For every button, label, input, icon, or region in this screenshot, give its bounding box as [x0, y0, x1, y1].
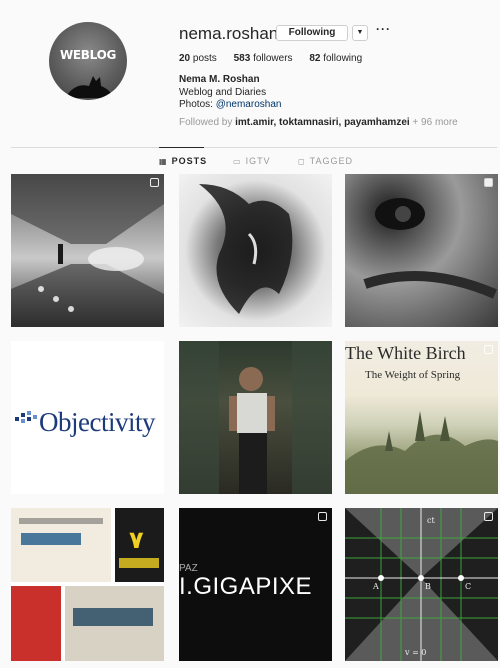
- point-label: A: [373, 582, 379, 591]
- following-stat[interactable]: 82 following: [309, 53, 362, 64]
- carousel-icon: [484, 178, 493, 187]
- following-count: 82: [309, 53, 321, 64]
- multiple-posts-icon: [318, 512, 327, 521]
- tunnel-photo: [11, 174, 164, 327]
- ink-face-art: [199, 184, 293, 314]
- tabs-divider: [11, 147, 497, 148]
- avatar-logo-text: WEBLOG: [59, 48, 117, 62]
- profile-avatar[interactable]: WEBLOG: [49, 22, 127, 100]
- posts-count: 20: [179, 53, 191, 64]
- post-thumbnail[interactable]: Objectivity: [11, 341, 164, 494]
- multiple-posts-icon: [150, 178, 159, 187]
- photos-account-link[interactable]: @nemaroshan: [216, 99, 282, 110]
- post-thumbnail[interactable]: A B C v = 0 ct: [345, 508, 498, 661]
- profile-username: nema.roshan: [179, 24, 279, 43]
- tab-tagged-label: TAGGED: [309, 156, 353, 166]
- tag-icon: ◻: [298, 156, 306, 166]
- followers-stat[interactable]: 583 followers: [234, 53, 293, 64]
- active-tab-indicator: [159, 147, 204, 148]
- closeup-eye-photo: [363, 198, 497, 299]
- man-in-corridor-photo: [179, 341, 332, 494]
- velocity-label: v = 0: [405, 648, 427, 657]
- multiple-posts-icon: [484, 512, 493, 521]
- post-thumbnail[interactable]: [11, 174, 164, 327]
- post-thumbnail[interactable]: The White Birch The Weight of Spring: [345, 341, 498, 494]
- followed-more: + 96 more: [409, 117, 458, 128]
- spacetime-diagram: [345, 508, 498, 661]
- landscape-trees-art: [345, 411, 498, 494]
- followed-by-line[interactable]: Followed by imt.amir, toktamnasiri, paya…: [179, 117, 458, 128]
- profile-full-name: Nema M. Roshan: [179, 74, 260, 85]
- gigapixel-text: I.GIGAPIXE: [179, 573, 313, 600]
- post-thumbnail[interactable]: [179, 341, 332, 494]
- following-label: following: [323, 53, 363, 64]
- posts-stat: 20 posts: [179, 53, 217, 64]
- profile-bio: Weblog and Diaries: [179, 87, 267, 98]
- tab-igtv[interactable]: ▭ IGTV: [233, 156, 271, 166]
- tab-igtv-label: IGTV: [245, 156, 271, 166]
- axis-label: ct: [427, 516, 435, 525]
- followers-label: followers: [253, 53, 293, 64]
- followed-prefix: Followed by: [179, 117, 236, 128]
- suggestions-dropdown-button[interactable]: ▼: [352, 25, 368, 41]
- posts-label: posts: [192, 53, 217, 64]
- post-thumbnail[interactable]: [345, 174, 498, 327]
- more-options-icon[interactable]: ···: [376, 22, 391, 36]
- point-label: C: [465, 582, 472, 591]
- followers-count: 583: [233, 53, 251, 64]
- cat-silhouette-icon: [65, 76, 113, 98]
- tab-posts[interactable]: ▦ POSTS: [159, 156, 207, 166]
- profile-stats: 20 posts 583 followers 82 following: [179, 53, 376, 64]
- photos-prefix: Photos:: [179, 99, 216, 110]
- svg-text:٧: ٧: [129, 526, 144, 554]
- following-button[interactable]: Following: [276, 25, 348, 41]
- grid-icon: ▦: [159, 156, 168, 166]
- tv-icon: ▭: [233, 156, 242, 166]
- tab-posts-label: POSTS: [171, 156, 208, 166]
- post-thumbnail[interactable]: [179, 174, 332, 327]
- post-thumbnail[interactable]: ٧: [11, 508, 164, 661]
- multiple-posts-icon: [484, 345, 493, 354]
- objectivity-logo-squares: [15, 411, 37, 423]
- followed-names: imt.amir, toktamnasiri, payamhamzei: [235, 117, 410, 128]
- post-thumbnail[interactable]: PAZ I.GIGAPIXE: [179, 508, 332, 661]
- book-covers-collage: ٧: [11, 508, 164, 661]
- point-label: B: [425, 582, 431, 591]
- tab-tagged[interactable]: ◻ TAGGED: [298, 156, 353, 166]
- objectivity-logo-text: Objectivity: [39, 407, 155, 437]
- profile-photos-line: Photos: @nemaroshan: [179, 99, 281, 110]
